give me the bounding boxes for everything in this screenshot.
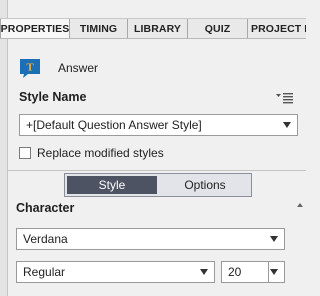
tab-timing[interactable]: TIMING (70, 19, 128, 38)
character-label: Character (16, 201, 75, 215)
style-name-select[interactable]: +[Default Question Answer Style] (19, 114, 298, 136)
style-name-value: +[Default Question Answer Style] (26, 118, 202, 132)
chevron-down-icon (200, 269, 208, 275)
segment-style[interactable]: Style (67, 176, 157, 194)
replace-styles-row: Replace modified styles (19, 146, 164, 160)
style-name-label: Style Name (19, 90, 87, 104)
font-size-separator (268, 262, 269, 282)
font-style-value: Regular (23, 265, 66, 279)
section-divider (8, 170, 306, 171)
font-family-select[interactable]: Verdana (16, 228, 285, 250)
object-type-label: Answer (58, 61, 99, 75)
font-size-select[interactable]: 20 (221, 261, 285, 283)
tab-quiz[interactable]: QUIZ (188, 19, 248, 38)
chevron-down-icon (283, 122, 291, 128)
tab-library[interactable]: LIBRARY (128, 19, 188, 38)
chevron-down-icon (270, 269, 278, 275)
panel-left-edge (0, 0, 8, 296)
replace-styles-checkbox[interactable] (19, 147, 31, 159)
tab-properties[interactable]: PROPERTIES (0, 19, 70, 38)
font-style-select[interactable]: Regular (16, 261, 215, 283)
answer-icon: T (20, 59, 40, 78)
font-size-value: 20 (228, 265, 242, 279)
font-family-value: Verdana (23, 232, 68, 246)
tab-bar: PROPERTIES TIMING LIBRARY QUIZ PROJECT I… (0, 18, 306, 39)
panel-menu-icon[interactable] (276, 91, 294, 105)
chevron-down-icon (270, 236, 278, 242)
tab-project-info[interactable]: PROJECT I... (248, 19, 306, 38)
replace-styles-label: Replace modified styles (37, 146, 164, 160)
style-options-toggle: Style Options (64, 173, 252, 197)
svg-text:T: T (26, 62, 34, 74)
collapse-icon[interactable] (297, 203, 303, 207)
segment-options[interactable]: Options (159, 174, 251, 196)
